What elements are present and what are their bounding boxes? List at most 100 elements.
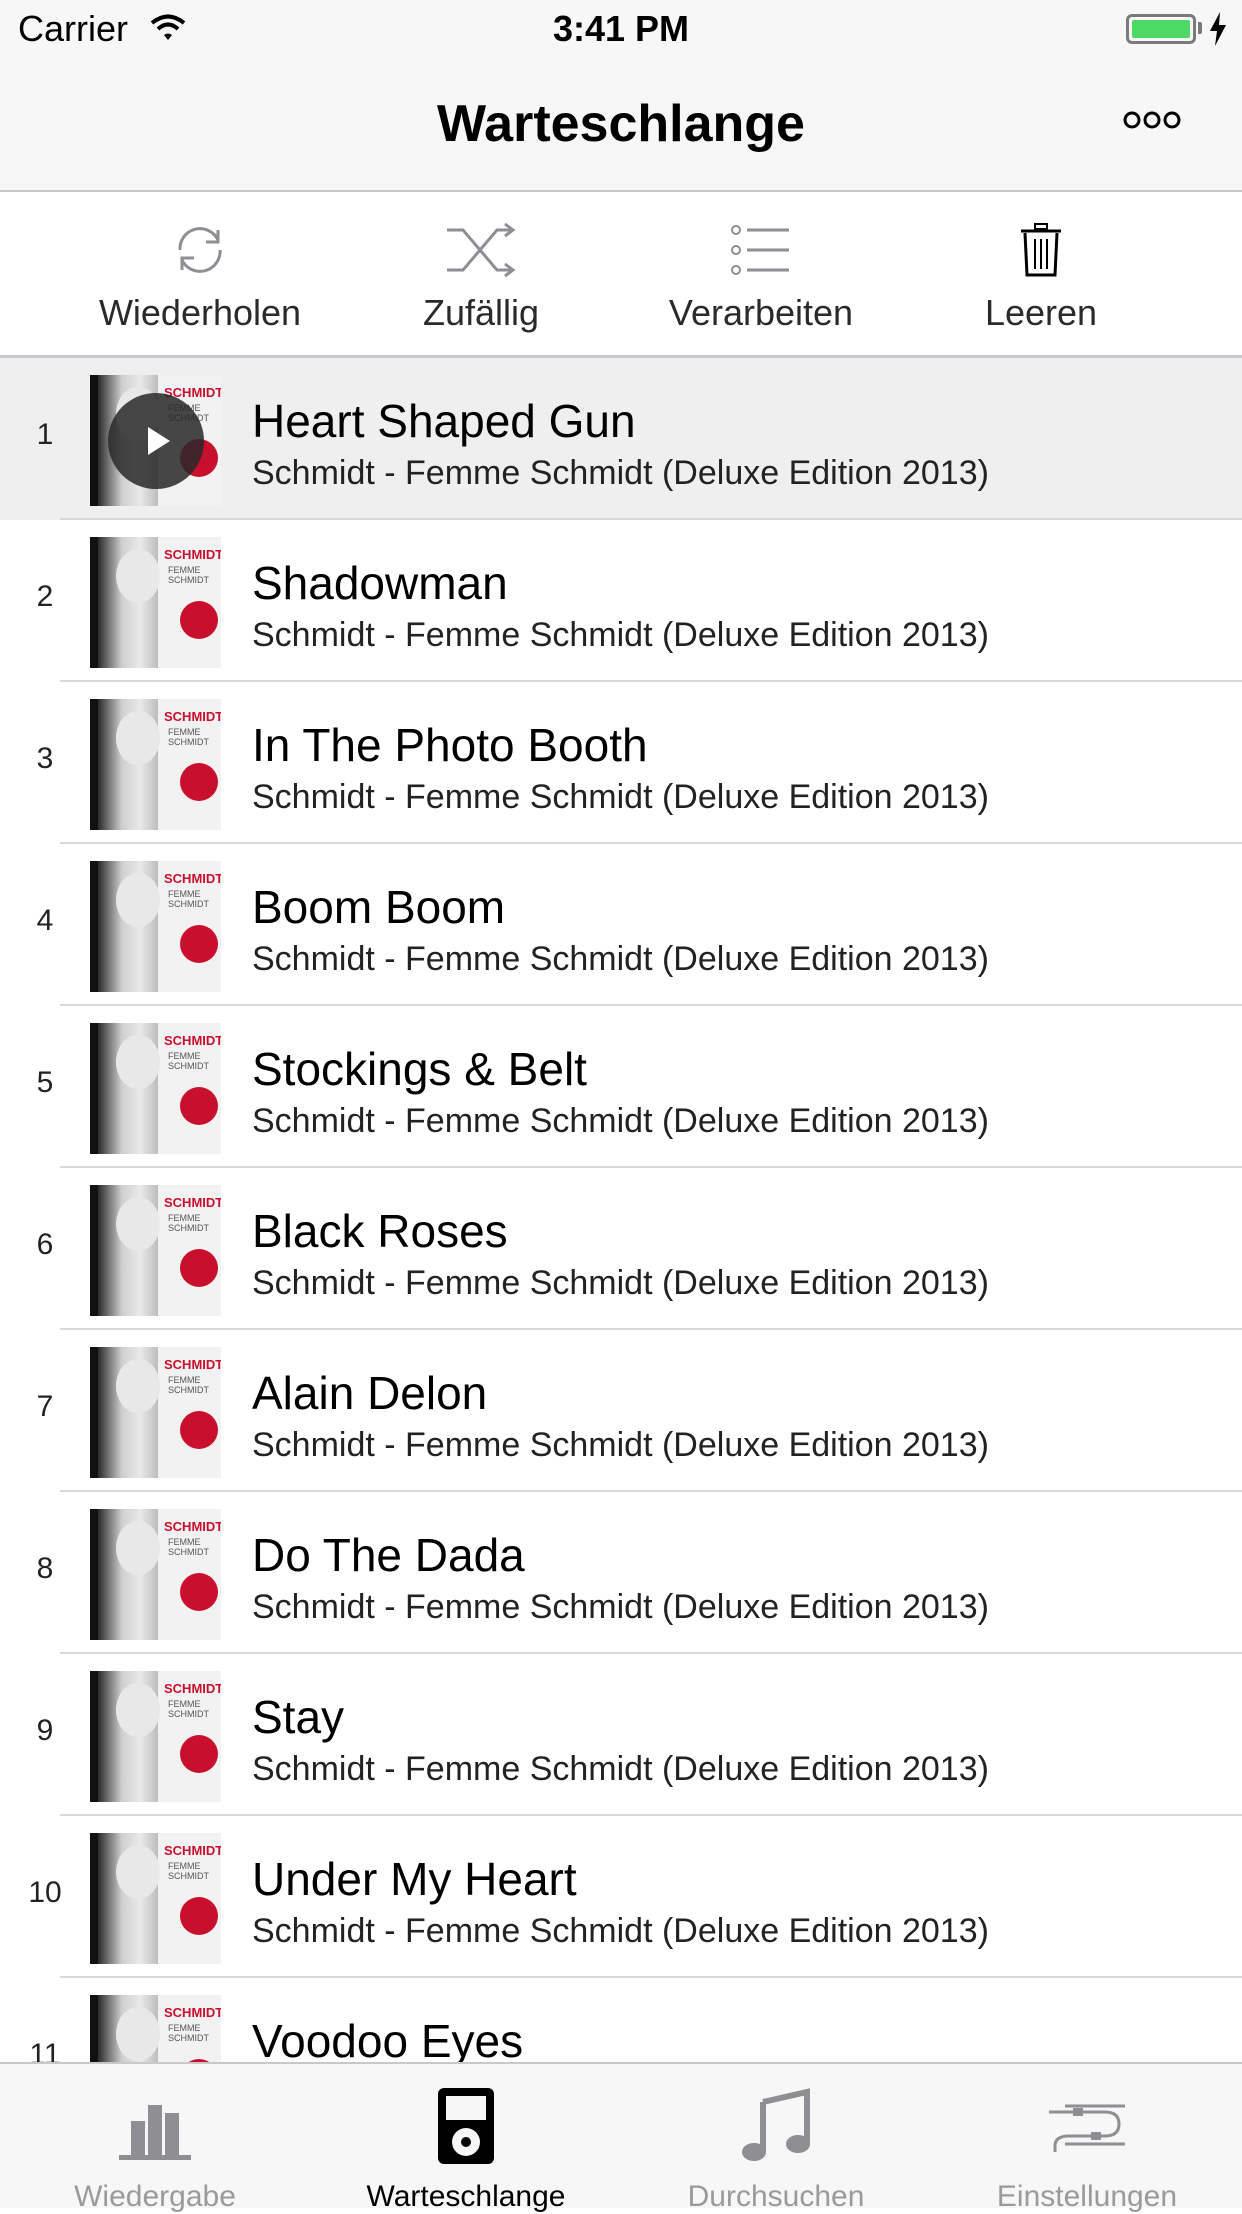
tab-label-warteschlange: Warteschlange: [366, 2180, 566, 2213]
play-icon[interactable]: [108, 393, 204, 489]
navigation-bar: Warteschlange: [0, 60, 1242, 192]
album-art-sub: FEMME SCHMIDT: [168, 1375, 209, 1395]
tab-label-durchsuchen: Durchsuchen: [687, 2180, 865, 2213]
track-subtitle: Schmidt - Femme Schmidt (Deluxe Edition …: [252, 454, 989, 492]
queue-row[interactable]: 10 SCHMIDT FEMME SCHMIDT Under My Heart …: [0, 1816, 1242, 1978]
ipod-icon: [438, 2088, 494, 2164]
tab-wiedergabe[interactable]: Wiedergabe: [0, 2084, 310, 2214]
album-art: SCHMIDT FEMME SCHMIDT: [90, 1509, 221, 1640]
page-title: Warteschlange: [437, 95, 805, 153]
track-number: 8: [36, 1552, 54, 1585]
album-art: SCHMIDT FEMME SCHMIDT: [90, 861, 221, 992]
track-number: 6: [36, 1228, 54, 1261]
queue-row[interactable]: 7 SCHMIDT FEMME SCHMIDT Alain Delon Schm…: [0, 1330, 1242, 1492]
track-title: Alain Delon: [252, 1367, 488, 1419]
queue-row[interactable]: 3 SCHMIDT FEMME SCHMIDT In The Photo Boo…: [0, 682, 1242, 844]
queue-row[interactable]: 2 SCHMIDT FEMME SCHMIDT Shadowman Schmid…: [0, 520, 1242, 682]
album-art-brand: SCHMIDT: [164, 1519, 221, 1534]
track-number: 7: [36, 1390, 54, 1423]
album-art: SCHMIDT FEMME SCHMIDT: [90, 1995, 221, 2062]
trash-icon: [1021, 223, 1061, 277]
battery-icon: [1126, 14, 1196, 44]
track-title: Stockings & Belt: [252, 1043, 587, 1095]
shuffle-icon: [447, 222, 516, 278]
track-subtitle: Schmidt - Femme Schmidt (Deluxe Edition …: [252, 1264, 989, 1302]
cable-icon: [1049, 2104, 1125, 2152]
album-art: SCHMIDT FEMME SCHMIDT: [90, 1671, 221, 1802]
charging-bolt-icon: [1210, 12, 1226, 46]
track-title: Voodoo Eyes: [252, 2015, 524, 2062]
clear-queue-button[interactable]: Leeren: [901, 220, 1181, 334]
track-subtitle: Schmidt - Femme Schmidt (Deluxe Edition …: [252, 1750, 989, 1788]
tab-warteschlange[interactable]: Warteschlange: [311, 2084, 621, 2214]
track-subtitle: Schmidt - Femme Schmidt (Deluxe Edition …: [252, 940, 989, 978]
tab-bar: Wiedergabe Warteschlange Durchsuchen Ein…: [0, 2062, 1242, 2213]
more-options-icon[interactable]: [1122, 100, 1182, 140]
track-number: 1: [36, 418, 54, 451]
queue-row[interactable]: 5 SCHMIDT FEMME SCHMIDT Stockings & Belt…: [0, 1006, 1242, 1168]
track-title: Shadowman: [252, 557, 508, 609]
tab-label-wiedergabe: Wiedergabe: [74, 2180, 236, 2213]
repeat-icon: [178, 227, 222, 273]
track-subtitle: Schmidt - Femme Schmidt (Deluxe Edition …: [252, 1426, 989, 1464]
track-number: 4: [36, 904, 54, 937]
repeat-button[interactable]: Wiederholen: [60, 220, 340, 334]
album-art-sub: FEMME SCHMIDT: [168, 2023, 209, 2043]
queue-toolbar: Wiederholen Zufällig Verarbeiten Leeren: [0, 192, 1242, 358]
track-number: 3: [36, 742, 54, 775]
track-title: Heart Shaped Gun: [252, 395, 636, 447]
track-title: In The Photo Booth: [252, 719, 648, 771]
queue-list[interactable]: 1 SCHMIDT FEMME SCHMIDT Heart Shaped Gun…: [0, 358, 1242, 2062]
queue-row[interactable]: 11 SCHMIDT FEMME SCHMIDT Voodoo Eyes: [0, 1978, 1242, 2062]
album-art-sub: FEMME SCHMIDT: [168, 565, 209, 585]
album-art-sub: FEMME SCHMIDT: [168, 1213, 209, 1233]
album-art-sub: FEMME SCHMIDT: [168, 1699, 209, 1719]
album-art: SCHMIDT FEMME SCHMIDT: [90, 537, 221, 668]
track-subtitle: Schmidt - Femme Schmidt (Deluxe Edition …: [252, 1102, 989, 1140]
album-art: SCHMIDT FEMME SCHMIDT: [90, 1833, 221, 1964]
tab-label-einstellungen: Einstellungen: [996, 2180, 1178, 2213]
queue-row[interactable]: 9 SCHMIDT FEMME SCHMIDT Stay Schmidt - F…: [0, 1654, 1242, 1816]
track-number: 9: [36, 1714, 54, 1747]
album-art-brand: SCHMIDT: [164, 1357, 221, 1372]
album-art-brand: SCHMIDT: [164, 1843, 221, 1858]
track-subtitle: Schmidt - Femme Schmidt (Deluxe Edition …: [252, 616, 989, 654]
list-edit-icon: [731, 225, 789, 275]
album-art-brand: SCHMIDT: [164, 709, 221, 724]
tab-durchsuchen[interactable]: Durchsuchen: [621, 2084, 931, 2214]
album-art-sub: FEMME SCHMIDT: [168, 1051, 209, 1071]
track-title: Do The Dada: [252, 1529, 525, 1581]
queue-row[interactable]: 6 SCHMIDT FEMME SCHMIDT Black Roses Schm…: [0, 1168, 1242, 1330]
status-time: 3:41 PM: [552, 8, 690, 49]
shuffle-label: Zufällig: [422, 292, 540, 333]
track-number: 2: [36, 580, 54, 613]
album-art-brand: SCHMIDT: [164, 871, 221, 886]
status-bar: Carrier 3:41 PM: [0, 0, 1242, 60]
album-art: SCHMIDT FEMME SCHMIDT: [90, 699, 221, 830]
track-subtitle: Schmidt - Femme Schmidt (Deluxe Edition …: [252, 1912, 989, 1950]
queue-row[interactable]: 8 SCHMIDT FEMME SCHMIDT Do The Dada Schm…: [0, 1492, 1242, 1654]
repeat-label: Wiederholen: [98, 292, 302, 333]
track-subtitle: Schmidt - Femme Schmidt (Deluxe Edition …: [252, 1588, 989, 1626]
edit-queue-button[interactable]: Verarbeiten: [621, 220, 901, 334]
track-number: 11: [29, 2038, 61, 2062]
music-note-icon: [742, 2088, 810, 2161]
queue-row[interactable]: 4 SCHMIDT FEMME SCHMIDT Boom Boom Schmid…: [0, 844, 1242, 1006]
track-title: Black Roses: [252, 1205, 508, 1257]
tab-einstellungen[interactable]: Einstellungen: [932, 2084, 1242, 2214]
queue-row[interactable]: 1 SCHMIDT FEMME SCHMIDT Heart Shaped Gun…: [0, 358, 1242, 520]
album-art-brand: SCHMIDT: [164, 547, 221, 562]
album-art-sub: FEMME SCHMIDT: [168, 1537, 209, 1557]
track-number: 5: [36, 1066, 54, 1099]
album-art: SCHMIDT FEMME SCHMIDT: [90, 1185, 221, 1316]
track-title: Boom Boom: [252, 881, 506, 933]
album-art-brand: SCHMIDT: [164, 1195, 221, 1210]
track-subtitle: Schmidt - Femme Schmidt (Deluxe Edition …: [252, 778, 989, 816]
album-art-sub: FEMME SCHMIDT: [168, 1861, 209, 1881]
album-art-brand: SCHMIDT: [164, 1033, 221, 1048]
track-title: Stay: [252, 1691, 345, 1743]
shuffle-button[interactable]: Zufällig: [341, 220, 621, 334]
battery-tip: [1198, 22, 1202, 34]
track-title: Under My Heart: [252, 1853, 577, 1905]
album-art: SCHMIDT FEMME SCHMIDT: [90, 1347, 221, 1478]
